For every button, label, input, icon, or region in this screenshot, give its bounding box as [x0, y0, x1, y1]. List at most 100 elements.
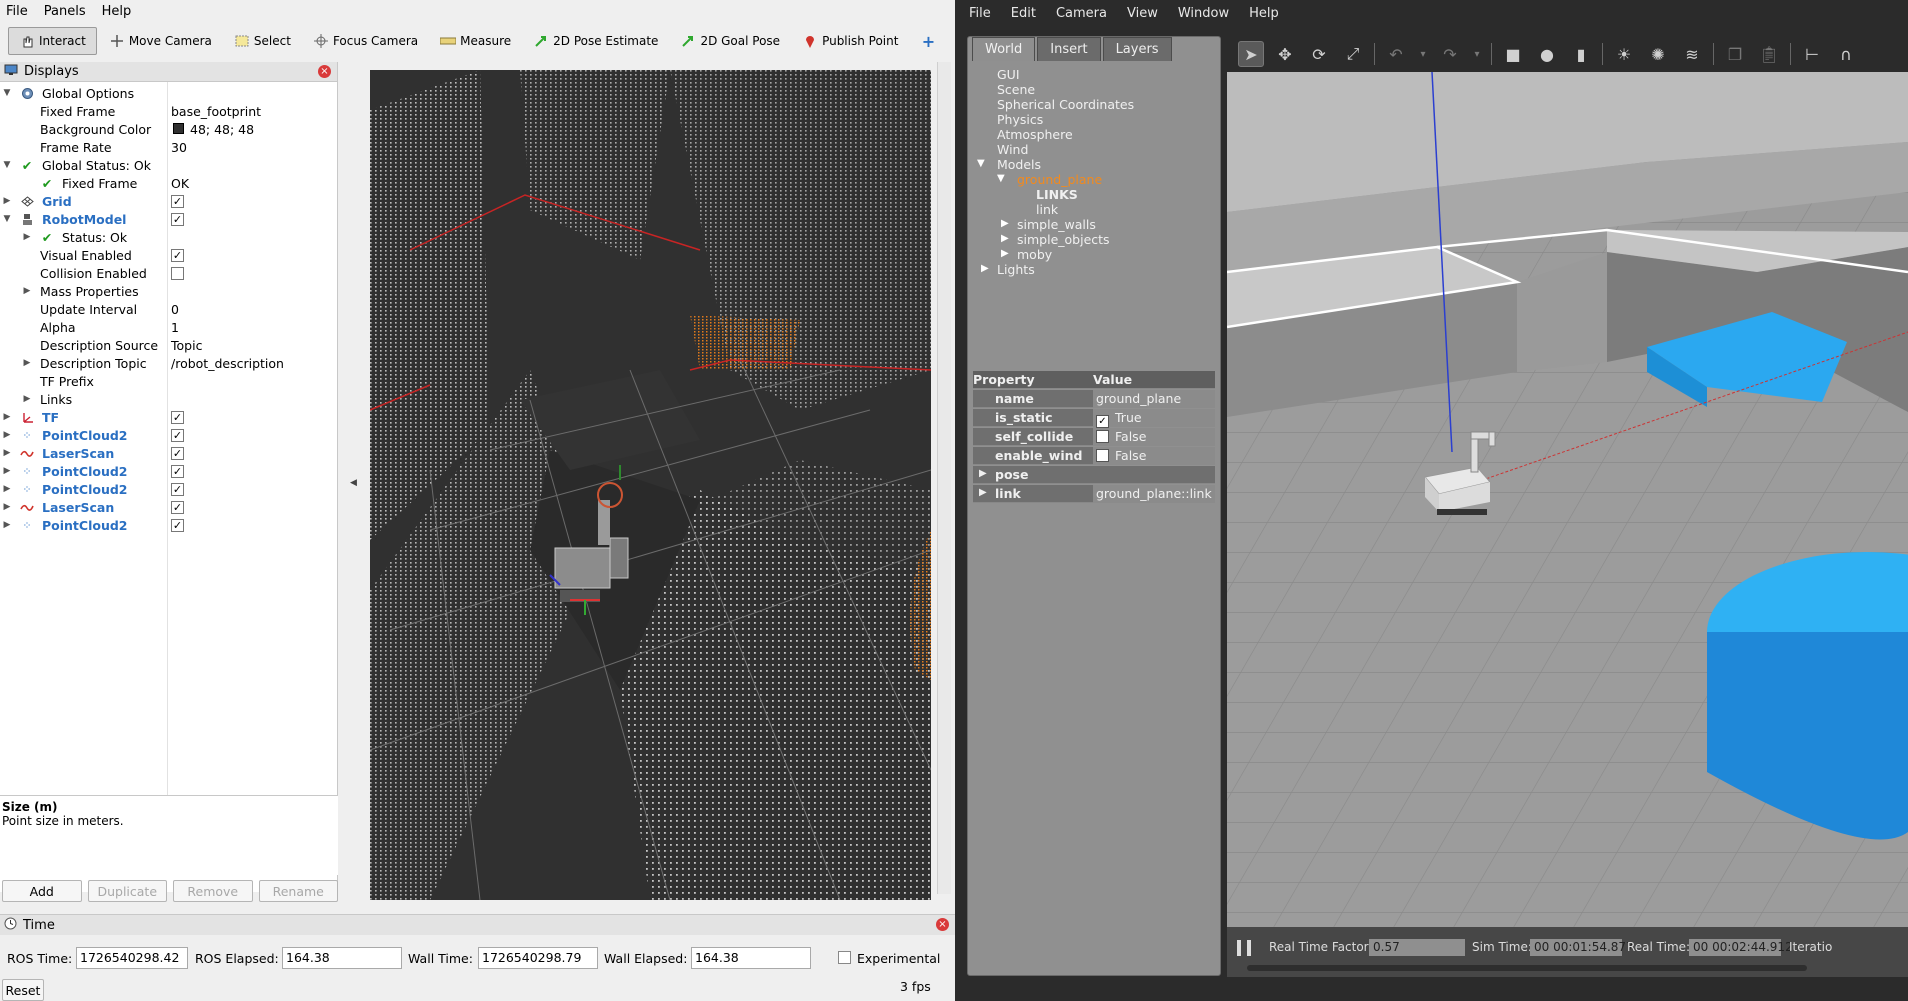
align-button[interactable]: ⊢	[1799, 41, 1825, 67]
expand-arrow-icon[interactable]: ▶	[981, 263, 989, 274]
tree-value[interactable]: 1	[171, 320, 179, 335]
remove-button[interactable]: Remove	[173, 880, 253, 902]
model-item-moby[interactable]: moby	[1017, 247, 1052, 262]
robotmodel-checkbox[interactable]: ✓	[171, 212, 184, 226]
self-collide-checkbox[interactable]	[1096, 430, 1109, 443]
goal-pose-tool[interactable]: 2D Goal Pose	[670, 27, 790, 55]
expand-arrow-icon[interactable]: ▶	[979, 487, 987, 498]
model-item-simple-objects[interactable]: simple_objects	[1017, 232, 1110, 247]
publish-point-tool[interactable]: Publish Point	[792, 27, 908, 55]
tree-value[interactable]: 48; 48; 48	[190, 122, 254, 137]
tree-value[interactable]: 30	[171, 140, 187, 155]
expand-arrow-icon[interactable]: ▼	[2, 214, 12, 224]
menu-view[interactable]: View	[1127, 6, 1158, 21]
tab-insert[interactable]: Insert	[1037, 37, 1101, 61]
paste-button[interactable]: 📋︎	[1756, 41, 1782, 67]
expand-arrow-icon[interactable]: ▶	[1001, 233, 1009, 244]
expand-arrow-icon[interactable]: ▼	[977, 158, 985, 169]
tree-row-mass-properties[interactable]: ▶ Mass Properties	[0, 282, 336, 300]
pause-button[interactable]	[1237, 940, 1251, 956]
tree-row-laserscan[interactable]: ▶ LaserScan ✓	[0, 444, 336, 462]
tree-row-description-source[interactable]: Description Source Topic	[0, 336, 336, 354]
expand-arrow-icon[interactable]: ▶	[2, 430, 12, 440]
collision-enabled-checkbox[interactable]	[171, 266, 184, 280]
property-row-pose[interactable]: ▶ pose	[973, 466, 1215, 484]
sphere-shape-button[interactable]: ●	[1534, 41, 1560, 67]
world-item-atmosphere[interactable]: Atmosphere	[997, 127, 1073, 142]
spot-light-button[interactable]: ✺	[1645, 41, 1671, 67]
laserscan-checkbox[interactable]: ✓	[171, 446, 184, 460]
tree-row-visual-enabled[interactable]: Visual Enabled ✓	[0, 246, 336, 264]
redo-button[interactable]: ↷	[1437, 41, 1463, 67]
wall-elapsed-field[interactable]: 164.38	[691, 947, 811, 969]
translate-mode-button[interactable]: ✥	[1272, 41, 1298, 67]
collapse-left-icon[interactable]: ◀	[350, 478, 357, 488]
menu-help[interactable]: Help	[1249, 6, 1279, 21]
world-item-physics[interactable]: Physics	[997, 112, 1043, 127]
box-shape-button[interactable]: ■	[1500, 41, 1526, 67]
expand-arrow-icon[interactable]: ▶	[1001, 218, 1009, 229]
ros-time-field[interactable]: 1726540298.42	[76, 947, 188, 969]
close-icon[interactable]: ×	[936, 918, 949, 931]
model-item-ground-plane[interactable]: ground_plane	[1017, 172, 1102, 187]
expand-arrow-icon[interactable]: ▶	[2, 502, 12, 512]
expand-arrow-icon[interactable]: ▶	[2, 520, 12, 530]
expand-arrow-icon[interactable]: ▶	[2, 484, 12, 494]
world-item-spherical[interactable]: Spherical Coordinates	[997, 97, 1134, 112]
expand-arrow-icon[interactable]: ▶	[2, 448, 12, 458]
tree-row-frame-rate[interactable]: Frame Rate 30	[0, 138, 336, 156]
world-item-gui[interactable]: GUI	[997, 67, 1020, 82]
menu-edit[interactable]: Edit	[1011, 6, 1036, 21]
tab-world[interactable]: World	[972, 37, 1036, 61]
cylinder-shape-button[interactable]: ▮	[1568, 41, 1594, 67]
close-icon[interactable]: ×	[318, 65, 331, 78]
snap-button[interactable]: ∩	[1833, 41, 1859, 67]
tab-layers[interactable]: Layers	[1102, 37, 1172, 61]
tree-row-global-options[interactable]: ▼ Global Options	[0, 84, 336, 102]
tree-row-fixed-frame-status[interactable]: ✔ Fixed Frame OK	[0, 174, 336, 192]
expand-arrow-icon[interactable]: ▼	[2, 88, 12, 98]
color-swatch[interactable]	[173, 123, 184, 134]
pointcloud2-checkbox[interactable]: ✓	[171, 482, 184, 496]
tree-row-status-ok[interactable]: ▶ ✔ Status: Ok	[0, 228, 336, 246]
scale-mode-button[interactable]: ⤢	[1340, 41, 1366, 67]
tree-value[interactable]: base_footprint	[171, 104, 261, 119]
expand-arrow-icon[interactable]: ▶	[1001, 248, 1009, 259]
tree-row-links[interactable]: ▶ Links	[0, 390, 336, 408]
gazebo-3d-scene[interactable]	[1227, 72, 1908, 927]
tree-value[interactable]: Topic	[171, 338, 202, 353]
expand-arrow-icon[interactable]: ▶	[2, 412, 12, 422]
tree-row-background-color[interactable]: Background Color 48; 48; 48	[0, 120, 336, 138]
world-item-wind[interactable]: Wind	[997, 142, 1028, 157]
tree-row-grid[interactable]: ▶ Grid ✓	[0, 192, 336, 210]
tree-row-pointcloud2[interactable]: ▶ ⁘ PointCloud2 ✓	[0, 426, 336, 444]
add-tool-button[interactable]: +	[910, 27, 946, 55]
undo-button[interactable]: ↶	[1383, 41, 1409, 67]
expand-arrow-icon[interactable]: ▶	[22, 232, 32, 242]
horizontal-scrollbar[interactable]	[1247, 965, 1807, 971]
property-row-link[interactable]: ▶ link ground_plane::link	[973, 485, 1215, 503]
menu-help[interactable]: Help	[102, 4, 132, 19]
world-item-scene[interactable]: Scene	[997, 82, 1035, 97]
tree-row-pointcloud2[interactable]: ▶ ⁘ PointCloud2 ✓	[0, 462, 336, 480]
rviz-3d-viewport[interactable]	[370, 70, 931, 900]
menu-camera[interactable]: Camera	[1056, 6, 1107, 21]
expand-arrow-icon[interactable]: ▶	[2, 466, 12, 476]
menu-file[interactable]: File	[6, 4, 28, 19]
tree-row-tf[interactable]: ▶ TF ✓	[0, 408, 336, 426]
expand-arrow-icon[interactable]: ▶	[2, 196, 12, 206]
expand-arrow-icon[interactable]: ▼	[2, 160, 12, 170]
property-value[interactable]: False	[1093, 428, 1215, 446]
tree-row-alpha[interactable]: Alpha 1	[0, 318, 336, 336]
select-mode-button[interactable]: ➤	[1238, 41, 1264, 67]
tree-value[interactable]: 0	[171, 302, 179, 317]
undo-history-button[interactable]: ▾	[1417, 41, 1429, 67]
interact-tool[interactable]: Interact	[8, 27, 97, 55]
grid-checkbox[interactable]: ✓	[171, 194, 184, 208]
wall-time-field[interactable]: 1726540298.79	[478, 947, 598, 969]
rotate-mode-button[interactable]: ⟳	[1306, 41, 1332, 67]
tree-row-global-status[interactable]: ▼ ✔ Global Status: Ok	[0, 156, 336, 174]
move-camera-tool[interactable]: Move Camera	[99, 27, 222, 55]
visual-enabled-checkbox[interactable]: ✓	[171, 248, 184, 262]
tree-row-pointcloud2[interactable]: ▶ ⁘ PointCloud2 ✓	[0, 516, 336, 534]
